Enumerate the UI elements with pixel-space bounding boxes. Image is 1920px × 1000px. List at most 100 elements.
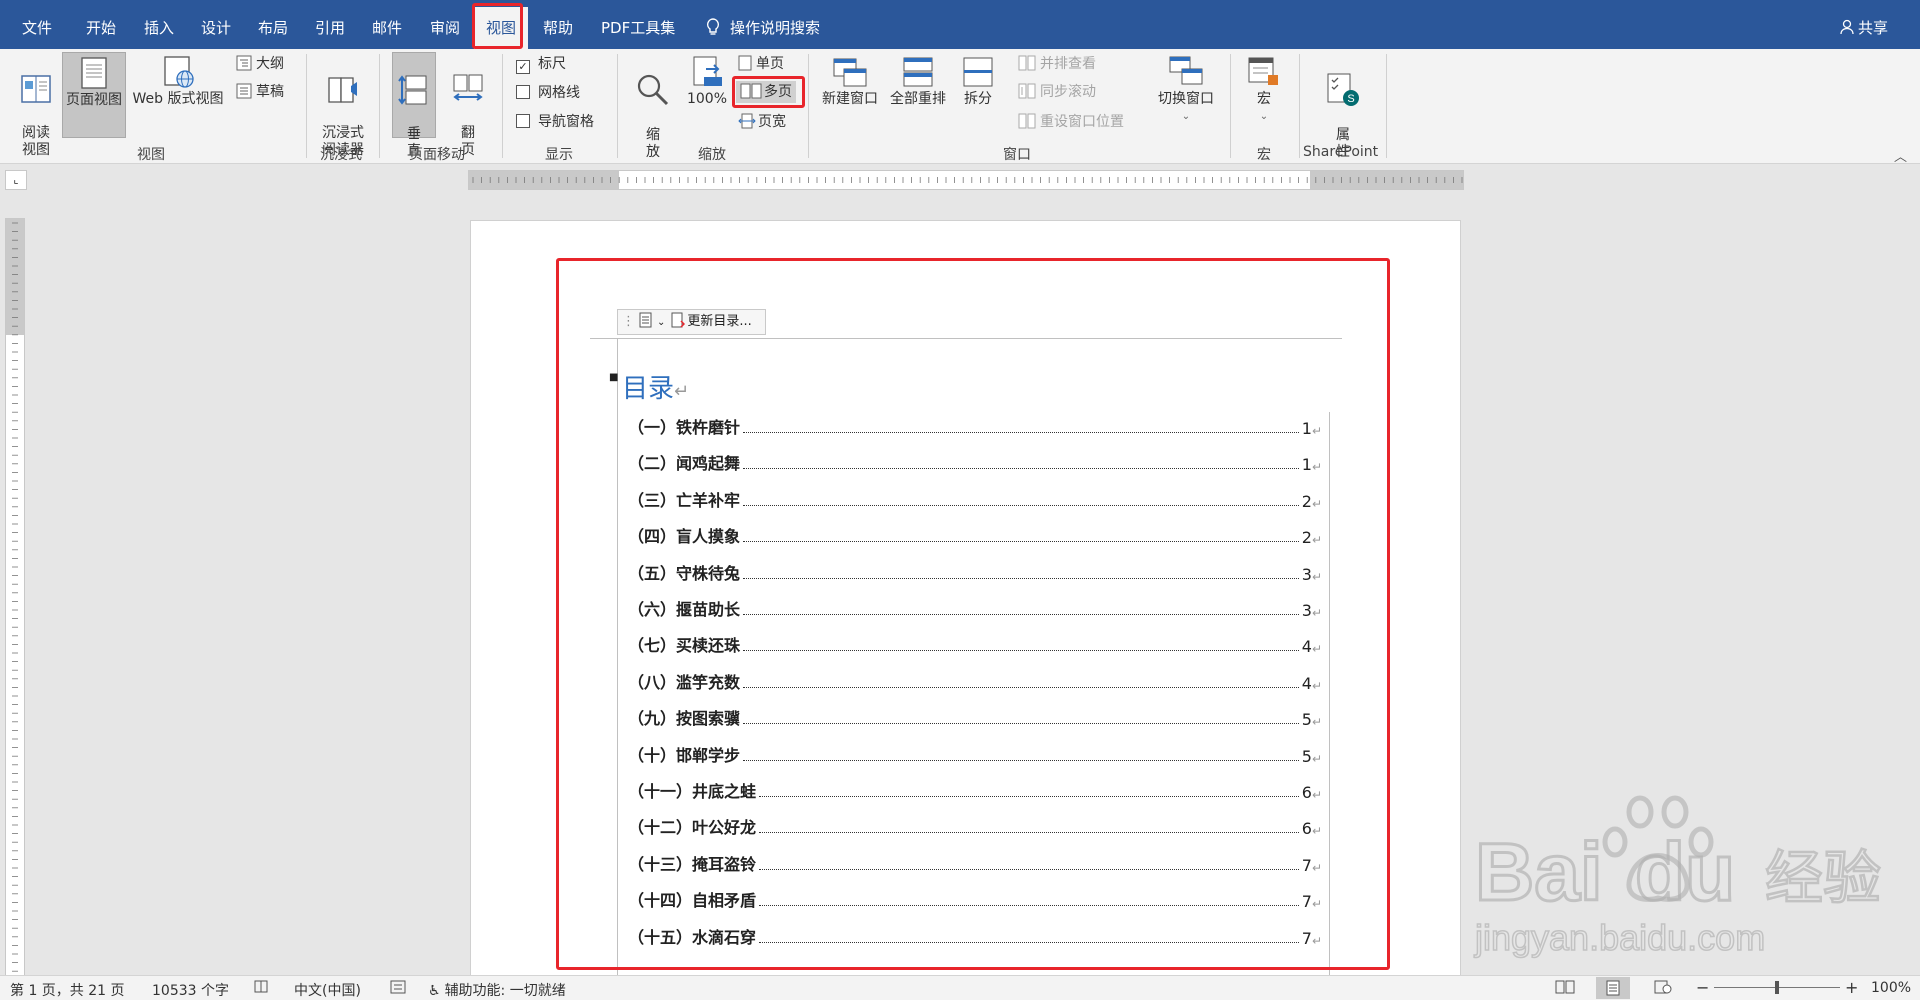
book-icon [21,75,51,103]
tab-references[interactable]: 引用 [315,17,345,38]
zoom-in-button[interactable]: + [1845,978,1858,997]
split-button[interactable]: 拆分 [956,55,1000,108]
tab-design[interactable]: 设计 [201,17,231,38]
reset-window-position-button[interactable]: 重设窗口位置 [1018,111,1124,133]
watermark-brand-2: du [1635,827,1735,918]
one-page-button[interactable]: 单页 [738,53,784,75]
one-page-icon [738,55,752,71]
watermark-brand: Bai [1475,827,1603,918]
share-label: 共享 [1858,19,1889,37]
zoom-100-button[interactable]: 100% [682,55,732,108]
language-indicator[interactable]: 中文(中国) [294,980,361,1000]
switch-windows-button[interactable]: 切换窗口 ⌄ [1150,55,1222,125]
accessibility-label: 辅助功能: 一切就绪 [444,983,566,999]
web-layout-button[interactable]: Web 版式视图 [128,55,228,108]
macros-button[interactable]: 宏 ⌄ [1242,55,1286,125]
ruler-checkbox[interactable]: ✓ 标尺 [516,53,566,75]
nav-pane-checkbox[interactable]: 导航窗格 [516,111,594,133]
group-label-views: 视图 [137,147,165,163]
gridlines-check-icon [516,85,530,99]
group-label-window: 窗口 [1003,147,1031,163]
tab-selector-icon[interactable]: ⌞ [5,170,27,190]
nav-pane-label: 导航窗格 [538,114,594,130]
baidu-jingyan-watermark: Bai du 经验 jingyan.baidu.com [1465,790,1905,960]
accessibility-status[interactable]: ♿︎ 辅助功能: 一切就绪 [428,980,566,1000]
page-width-button[interactable]: 页宽 [738,111,786,133]
tab-help[interactable]: 帮助 [543,17,573,38]
sync-scroll-label: 同步滚动 [1040,84,1096,100]
group-label-macros: 宏 [1257,147,1271,163]
group-label-immersive: 沉浸式 [320,147,362,163]
nav-pane-check-icon [516,114,530,128]
tab-mailings[interactable]: 邮件 [372,17,402,38]
page-icon [81,57,107,89]
zoom-percent[interactable]: 100% [1871,980,1911,996]
one-page-label: 单页 [756,56,784,72]
zoom-slider-thumb[interactable] [1775,981,1779,994]
tell-me-label: 操作说明搜索 [730,19,821,37]
web-view-icon [1654,980,1672,994]
group-divider [306,54,307,158]
print-layout-view-icon[interactable] [1596,977,1630,999]
print-view-icon [1606,980,1620,996]
page-count[interactable]: 第 1 页，共 21 页 [10,980,125,1000]
group-divider [1386,54,1387,158]
proofing-icon[interactable] [254,980,270,998]
new-window-button[interactable]: 新建窗口 [818,55,882,108]
gridlines-checkbox[interactable]: 网格线 [516,82,580,104]
tab-layout[interactable]: 布局 [258,17,288,38]
tab-file[interactable]: 文件 [22,17,52,38]
arrange-all-button[interactable]: 全部重排 [886,55,950,108]
group-divider [617,54,618,158]
web-layout-view-icon[interactable] [1654,980,1672,998]
ruler-ticks [472,177,1463,183]
group-divider [1230,54,1231,158]
read-view-icon [1555,980,1575,994]
vertical-ruler[interactable] [5,218,25,978]
collapse-ribbon-chevron-icon[interactable]: ︿ [1894,146,1907,165]
switch-windows-label: 切换窗口 [1158,91,1214,107]
ruler-label: 标尺 [538,56,566,72]
view-side-by-side-button[interactable]: 并排查看 [1018,53,1096,75]
new-window-label: 新建窗口 [822,91,878,107]
share-button[interactable]: 共享 [1840,17,1888,38]
reset-window-label: 重设窗口位置 [1040,114,1124,130]
vertical-scroll-button[interactable]: 垂 直 [392,52,436,159]
page-width-label: 页宽 [758,114,786,130]
lightbulb-icon [706,18,720,35]
magnifier-icon [637,74,669,106]
macros-icon [1248,57,1278,85]
tab-review[interactable]: 审阅 [430,17,460,38]
ruler-check-icon: ✓ [516,60,530,74]
macros-label: 宏 [1257,91,1271,107]
zoom-out-button[interactable]: − [1696,978,1709,997]
draft-label: 草稿 [256,84,284,100]
ribbon-tab-bar: 文件 开始 插入 设计 布局 引用 邮件 审阅 视图 帮助 PDF工具集 操作说… [0,0,1920,49]
group-label-sharepoint: SharePoint [1303,144,1379,160]
toc-highlight [556,258,1390,970]
zoom-button[interactable]: 缩 放 [630,55,676,161]
view-side-by-side-label: 并排查看 [1040,56,1096,72]
outline-button[interactable]: 大纲 [236,53,284,75]
reset-window-icon [1018,113,1036,129]
read-mode-button[interactable]: 阅读 视图 [10,55,62,159]
outline-icon [236,55,252,71]
tab-insert[interactable]: 插入 [144,17,174,38]
split-label: 拆分 [964,91,992,107]
track-changes-icon[interactable] [390,980,406,998]
tab-pdf-tools[interactable]: PDF工具集 [601,17,675,38]
read-mode-view-icon[interactable] [1555,980,1575,998]
immersive-reader-icon [328,77,357,103]
tab-home[interactable]: 开始 [86,17,116,38]
watermark-url: jingyan.baidu.com [1474,917,1765,958]
vertical-arrows-icon [398,75,427,105]
draft-button[interactable]: 草稿 [236,81,284,103]
tell-me-search[interactable]: 操作说明搜索 [706,17,820,38]
word-count[interactable]: 10533 个字 [152,980,229,1000]
sync-scroll-button[interactable]: 同步滚动 [1018,81,1096,103]
print-layout-button[interactable]: 页面视图 [62,52,126,138]
sync-scroll-icon [1018,83,1036,99]
accessibility-icon: ♿︎ [428,983,441,999]
horizontal-ruler[interactable] [468,170,1464,190]
group-label-page-movement: 页面移动 [409,147,465,163]
